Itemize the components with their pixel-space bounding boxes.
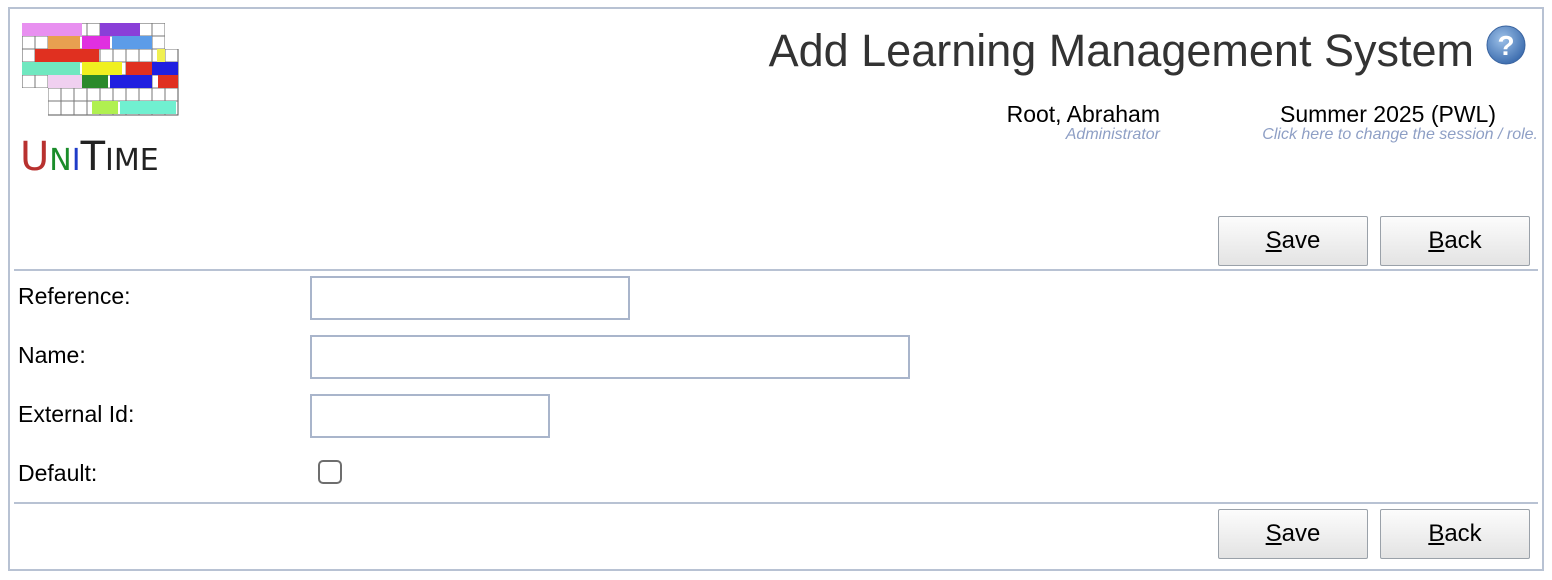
back-label: ack [1444, 520, 1482, 547]
default-label: Default: [18, 460, 98, 486]
back-accel: B [1428, 520, 1445, 547]
session-change-link[interactable]: Click here to change the session / role. [1262, 126, 1538, 144]
save-button-bottom[interactable]: Save [1218, 509, 1368, 559]
main-panel: UNITIME Add Learning Management System ?… [8, 7, 1544, 571]
external-id-label: External Id: [18, 401, 135, 427]
footer-divider [14, 502, 1538, 504]
unitime-logo-icon [22, 23, 180, 117]
save-button-top[interactable]: Save [1218, 216, 1368, 266]
name-label: Name: [18, 342, 86, 368]
session-name[interactable]: Summer 2025 (PWL) [1280, 101, 1496, 128]
reference-label: Reference: [18, 283, 131, 309]
external-id-input[interactable] [310, 394, 550, 438]
name-input[interactable] [310, 335, 910, 379]
back-accel: B [1428, 227, 1445, 254]
svg-text:?: ? [1497, 30, 1514, 61]
unitime-logo-text: UNITIME [20, 134, 159, 180]
reference-input[interactable] [310, 276, 630, 320]
save-accel: S [1265, 227, 1282, 254]
default-checkbox[interactable] [318, 460, 342, 484]
back-label: ack [1444, 227, 1482, 254]
header-divider [14, 269, 1538, 271]
save-label: ave [1281, 520, 1321, 547]
back-button-bottom[interactable]: Back [1380, 509, 1530, 559]
user-role[interactable]: Administrator [1066, 126, 1160, 144]
question-mark-icon[interactable]: ? [1486, 25, 1526, 65]
page-title: Add Learning Management System [768, 25, 1474, 76]
save-accel: S [1265, 520, 1282, 547]
back-button-top[interactable]: Back [1380, 216, 1530, 266]
user-name[interactable]: Root, Abraham [1007, 101, 1160, 128]
save-label: ave [1281, 227, 1321, 254]
